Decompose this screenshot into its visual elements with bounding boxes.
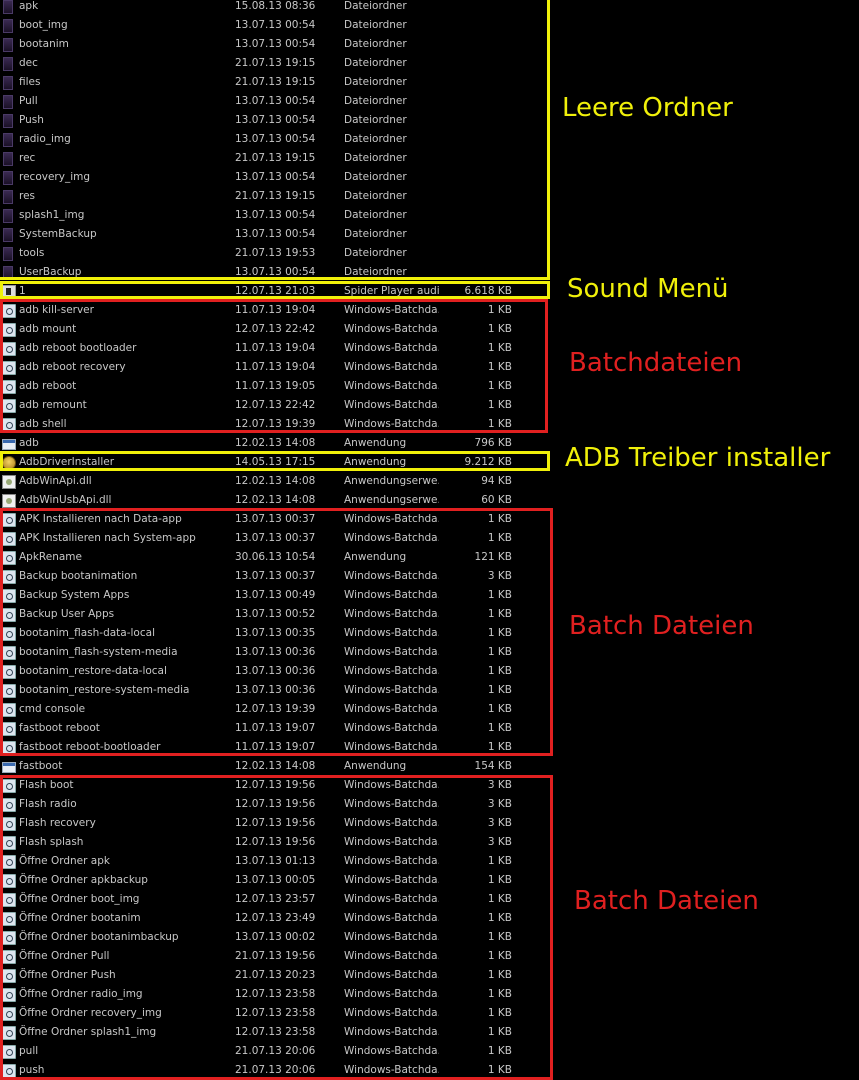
file-date: 12.02.13 14:08 [235,437,316,449]
file-name: adb [19,437,39,449]
annotation-batchfiles-3: Batch Dateien [574,886,759,916]
dll-file-icon [2,475,16,489]
file-row[interactable]: AdbWinUsbApi.dll 12.02.13 14:08 Anwendungs… [0,491,530,509]
annotation-adb-driver: ADB Treiber installer [565,443,831,473]
annotation-empty-folders: Leere Ordner [562,93,733,123]
file-name: AdbWinApi.dll [19,475,92,487]
file-row[interactable]: AdbWinApi.dll 12.02.13 14:08 Anwendungserw… [0,472,530,490]
batchfiles-highlight-2 [0,508,553,756]
annotation-batchfiles-2: Batch Dateien [569,611,754,641]
file-size: 154 KB [474,760,512,772]
file-type: Anwendung [344,437,407,449]
file-type: Anwendungserwe... [344,475,439,487]
application-icon [2,439,16,450]
application-icon [2,762,16,773]
file-type: Anwendungserwe... [344,494,439,506]
file-size: 796 KB [474,437,512,449]
file-date: 12.02.13 14:08 [235,494,316,506]
file-type: Anwendung [344,760,407,772]
file-row[interactable]: adb 12.02.13 14:08 Anwendung 796 KB [0,434,530,452]
file-size: 60 KB [481,494,512,506]
file-date: 12.02.13 14:08 [235,475,316,487]
batchfiles-highlight-1 [0,299,548,433]
file-name: AdbWinUsbApi.dll [19,494,112,506]
empty-folders-highlight [0,0,550,280]
annotation-sound-menu: Sound Menü [567,274,729,304]
dll-file-icon [2,494,16,508]
sound-menu-highlight [0,281,550,299]
batchfiles-highlight-3 [0,775,553,1080]
adb-driver-highlight [0,451,550,471]
file-name: fastboot [19,760,63,772]
file-date: 12.02.13 14:08 [235,760,316,772]
file-row[interactable]: fastboot 12.02.13 14:08 Anwendung 154 KB [0,757,530,775]
annotation-batchfiles-1: Batchdateien [569,348,743,378]
file-size: 94 KB [481,475,512,487]
